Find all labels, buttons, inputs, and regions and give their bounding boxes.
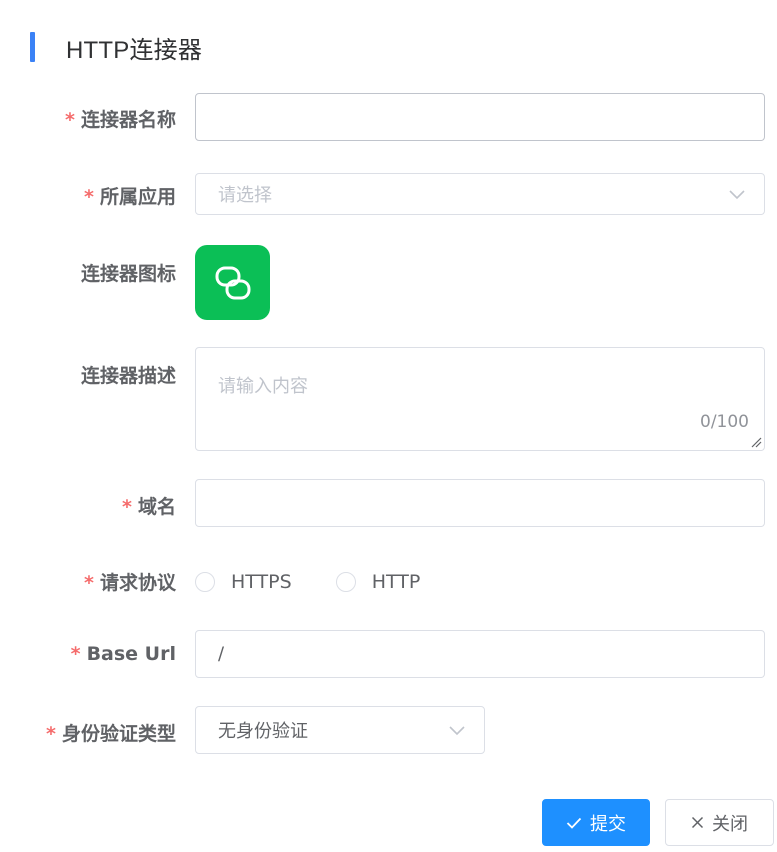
- close-icon: [691, 816, 704, 829]
- connector-dialog: HTTP连接器 * 连接器名称 * 所属应用 请选择 连接器图标 连接器描述 请输入…: [0, 0, 777, 852]
- domain-input[interactable]: [195, 479, 765, 527]
- domain-label-text: 域名: [137, 496, 176, 518]
- name-label-text: 连接器名称: [80, 109, 176, 131]
- radio-label-http[interactable]: HTTP: [372, 571, 421, 593]
- radio-circle[interactable]: [335, 572, 356, 592]
- auth-type-label: * 身份验证类型: [46, 719, 176, 746]
- radio-http[interactable]: HTTP: [335, 571, 421, 593]
- radio-https[interactable]: HTTPS: [195, 571, 292, 593]
- app-select[interactable]: 请选择: [195, 173, 765, 215]
- dialog-title: HTTP连接器: [66, 36, 203, 64]
- link-chain-icon: [215, 266, 250, 299]
- icon-label-text: 连接器图标: [80, 263, 176, 285]
- icon-label: 连接器图标: [81, 259, 176, 286]
- resize-handle-icon[interactable]: [750, 436, 762, 448]
- protocol-radio-group: HTTPS HTTP: [195, 569, 464, 595]
- description-label: 连接器描述: [81, 361, 176, 388]
- required-mark: *: [84, 186, 94, 208]
- radio-label-https[interactable]: HTTPS: [231, 571, 292, 593]
- auth-type-select[interactable]: 无身份验证: [195, 706, 485, 754]
- app-select-placeholder: 请选择: [218, 185, 272, 206]
- base-url-value: /: [218, 643, 225, 665]
- app-label-text: 所属应用: [99, 186, 176, 208]
- required-mark: *: [70, 643, 81, 665]
- base-url-label: * Base Url: [71, 643, 176, 665]
- description-textarea[interactable]: 请输入内容 0/100: [195, 347, 765, 451]
- required-mark: *: [46, 723, 56, 745]
- title-accent-bar: [30, 32, 35, 62]
- connector-icon-picker[interactable]: [195, 245, 270, 320]
- protocol-label-text: 请求协议: [99, 572, 176, 594]
- app-label: * 所属应用: [84, 182, 176, 209]
- connector-name-input[interactable]: [195, 93, 765, 141]
- dialog-header: HTTP连接器: [30, 31, 203, 64]
- auth-type-label-text: 身份验证类型: [61, 723, 176, 745]
- close-button-label: 关闭: [712, 813, 748, 835]
- submit-button-label: 提交: [590, 813, 626, 835]
- required-mark: *: [84, 572, 94, 594]
- radio-circle[interactable]: [195, 572, 215, 592]
- domain-label: * 域名: [122, 492, 176, 519]
- required-mark: *: [65, 109, 75, 131]
- submit-button[interactable]: 提交: [542, 799, 650, 846]
- chevron-down-icon: [729, 190, 745, 200]
- char-counter: 0/100: [700, 412, 749, 432]
- close-button[interactable]: 关闭: [665, 799, 774, 846]
- protocol-label: * 请求协议: [84, 568, 176, 595]
- name-label: * 连接器名称: [65, 105, 176, 132]
- description-label-text: 连接器描述: [80, 365, 176, 387]
- check-icon: [566, 817, 582, 829]
- required-mark: *: [122, 496, 132, 518]
- chevron-down-icon: [449, 726, 465, 736]
- base-url-label-text: Base Url: [86, 643, 176, 665]
- auth-type-value: 无身份验证: [218, 721, 308, 742]
- base-url-input[interactable]: /: [195, 630, 765, 678]
- description-placeholder: 请输入内容: [218, 376, 308, 397]
